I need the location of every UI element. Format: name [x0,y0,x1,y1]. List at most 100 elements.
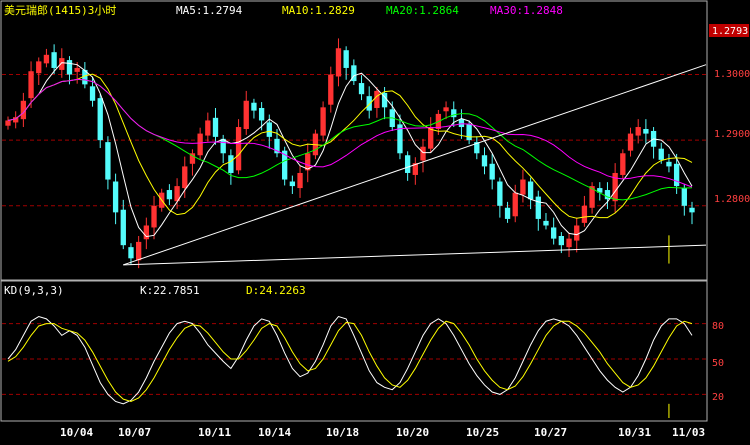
candle-body [258,107,265,121]
kd-panel-frame [0,280,708,422]
ma5-legend: MA5:1.2794 [176,4,243,17]
ma10-legend: MA10:1.2829 [282,4,355,17]
candle-body [489,163,495,180]
candle-body [481,155,488,167]
ma20-legend: MA20:1.2864 [386,4,459,17]
candle-body [197,133,203,156]
candle-body [358,83,365,95]
candle-body [36,61,42,74]
candle-body [97,98,103,141]
candle-body [135,241,142,261]
candle-body [512,192,518,217]
candle-body [66,60,73,75]
candle-body [289,181,296,187]
candle-body [504,207,511,219]
candle-body [620,153,626,175]
candle-body [443,107,449,112]
grid-lines [2,74,706,395]
candle-body [143,225,149,240]
candle-body [673,163,680,187]
candle-body [89,86,96,101]
candle-body [297,172,303,189]
candle-body [235,127,242,171]
candle-body [5,120,11,126]
candle-body [328,74,334,105]
kline-chart: 美元瑞郎(1415)3小时 MA5:1.2794 MA10:1.2829 MA2… [0,0,750,439]
kd-lines [7,315,693,405]
x-tick-label: 10/18 [326,426,359,439]
candle-body [420,146,426,161]
candle-body [343,50,349,68]
x-tick-label: 10/04 [60,426,93,439]
candle-body [551,227,557,239]
kd-line-k [7,315,693,405]
current-price-label: 1.2793 [712,26,748,37]
candle-body [335,48,342,77]
candle-body [497,181,503,206]
x-tick-label: 10/25 [466,426,499,439]
price-tick-label: 1.3000 [714,69,750,80]
candle-body [105,142,111,180]
chart-title: 美元瑞郎(1415)3小时 [4,3,116,17]
candle-body [666,161,672,167]
candle-body [128,247,134,259]
candle-body [120,209,126,246]
candle-body [643,128,649,134]
candle-body [374,90,380,108]
kd-tick-label: 20 [712,392,724,403]
candle-body [228,155,234,173]
candle-body [566,238,572,248]
candle-body [527,181,534,200]
x-tick-label: 10/14 [258,426,291,439]
x-tick-label: 10/20 [396,426,429,439]
candle-body [581,205,588,223]
kd-line-d [7,320,693,403]
candle-body [212,117,219,137]
k-legend: K:22.7851 [140,284,200,297]
candle-body [166,190,173,200]
candle-body [681,188,687,206]
candle-body [112,181,119,213]
candle-body [251,102,257,111]
candle-body [535,196,541,219]
price-tick-label: 1.2900 [714,129,750,140]
candle-body [28,71,34,99]
candle-body [366,96,372,111]
rising-trendline [123,64,707,266]
candle-body [74,67,80,72]
x-tick-label: 10/07 [118,426,151,439]
candle-body [151,205,157,228]
x-tick-label: 10/11 [198,426,231,439]
kd-tick-label: 80 [712,321,724,332]
candle-body [320,107,326,136]
price-tick-label: 1.2800 [714,194,750,205]
x-tick-label: 11/03 [672,426,705,439]
ma30-legend: MA30:1.2848 [490,4,563,17]
candle-body [266,122,272,137]
candle-body [574,225,580,241]
candle-body [658,148,664,160]
candle-body [51,52,57,68]
candle-body [689,207,695,213]
candle-body [520,179,526,195]
kd-tick-label: 50 [712,358,724,369]
candle-body [205,120,211,136]
x-tick-label: 10/27 [534,426,567,439]
x-tick-label: 10/31 [618,426,651,439]
candle-body [59,58,65,70]
ma-line-ma30 [7,78,693,188]
x-axis: 10/04 10/07 10/11 10/14 10/18 10/20 10/2… [60,426,705,439]
ma-line-ma5 [7,62,693,238]
candle-body [543,220,549,226]
candle-body [466,124,472,141]
candle-body [458,119,465,128]
candle-body [627,133,634,151]
candle-body [635,127,641,136]
d-legend: D:24.2263 [246,284,306,297]
kd-title: KD(9,3,3) [4,284,64,297]
support-trendline [123,244,707,266]
candle-body [558,235,565,246]
candle-body [182,166,188,189]
candle-body [43,54,50,64]
moving-averages [7,62,693,238]
